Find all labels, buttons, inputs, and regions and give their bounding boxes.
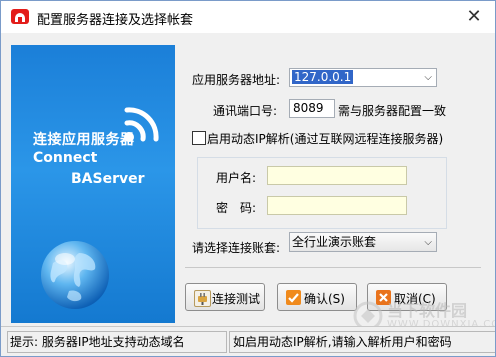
credentials-group: 用户名: 密 码: [197,157,447,229]
title-bar: 配置服务器连接及选择帐套 ✕ [1,1,495,33]
test-connection-label: 连接测试 [212,292,261,306]
banner-title-cn: 连接应用服务器 [33,132,135,148]
server-address-combobox[interactable]: 127.0.0.1 ⌵ [289,68,437,87]
account-value: 全行业演示账套 [292,235,377,249]
port-label: 通讯端口号: [213,104,278,118]
status-bar: 提示: 服务器IP地址支持动态域名 如启用动态IP解析,请输入解析用户和密码 [1,326,495,356]
confirm-label: 确认(S) [304,292,345,306]
password-input[interactable] [267,196,407,215]
port-note: 需与服务器配置一致 [338,104,447,118]
server-address-label: 应用服务器地址: [192,73,281,87]
server-address-value: 127.0.0.1 [292,70,354,84]
password-label: 密 码: [216,201,257,215]
username-input[interactable] [267,166,407,185]
dialog-window: 配置服务器连接及选择帐套 ✕ 连接应用服务器 Connect BAServer [0,0,496,357]
username-label: 用户名: [216,171,257,185]
app-logo-icon [11,9,29,24]
window-title: 配置服务器连接及选择帐套 [37,13,194,28]
status-hint-right: 如启用动态IP解析,请输入解析用户和密码 [229,331,495,353]
account-combobox[interactable]: 全行业演示账套 ⌵ [289,232,437,252]
separator [185,267,481,268]
globe-icon [41,241,109,309]
account-label: 请选择连接账套: [192,241,281,255]
status-hint-left: 提示: 服务器IP地址支持动态域名 [7,331,227,353]
check-icon [286,290,301,305]
banner-title-en1: Connect [33,150,98,166]
dynamic-ip-label: 启用动态IP解析(通过互联网远程连接服务器) [207,132,444,146]
chevron-down-icon[interactable]: ⌵ [424,237,432,248]
confirm-button[interactable]: 确认(S) [277,283,357,311]
close-button[interactable]: ✕ [463,6,485,28]
chevron-down-icon[interactable]: ⌵ [424,72,432,83]
side-banner: 连接应用服务器 Connect BAServer [11,45,175,323]
watermark-brand: 当下软件园 [387,301,468,320]
test-connection-button[interactable]: 连接测试 [185,283,265,311]
plug-icon [194,290,211,307]
dynamic-ip-checkbox[interactable] [192,131,206,145]
banner-title-en2: BAServer [71,171,145,187]
port-input[interactable]: 8089 [289,99,335,118]
